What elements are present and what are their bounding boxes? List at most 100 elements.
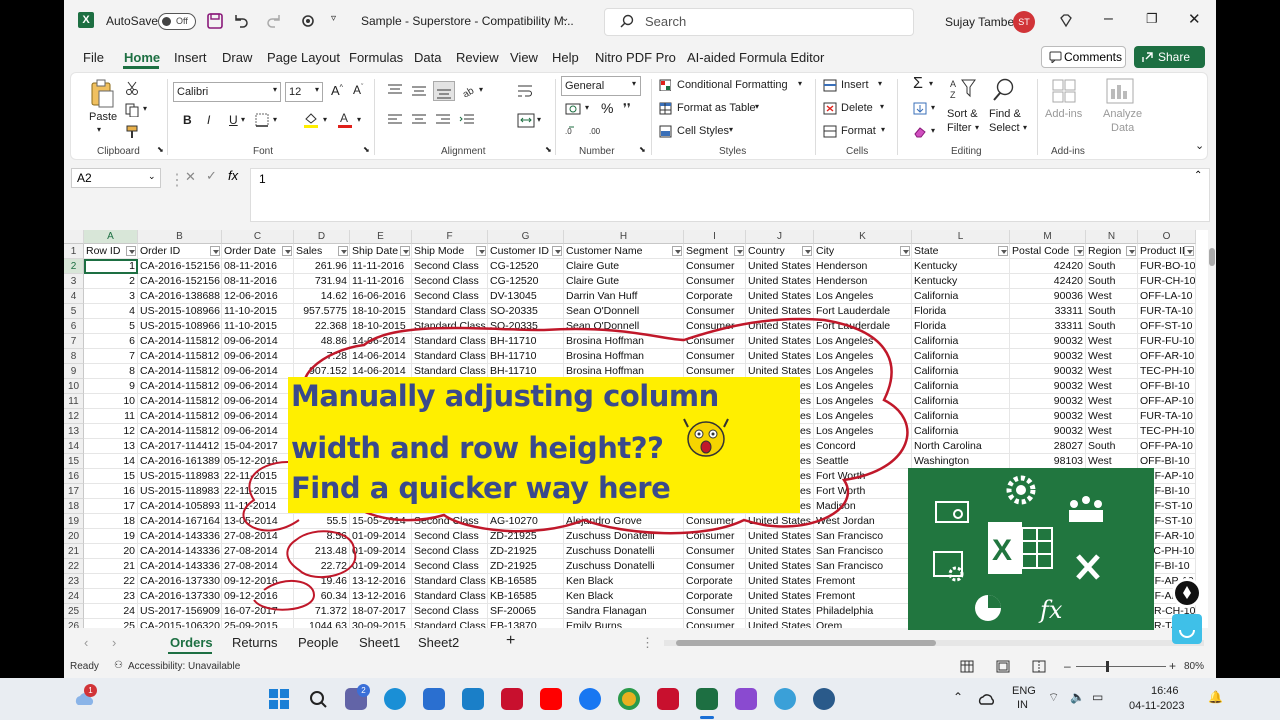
row-header[interactable]: 17: [64, 484, 84, 499]
tab-formulas[interactable]: Formulas: [349, 50, 403, 65]
column-header[interactable]: H: [564, 230, 684, 244]
column-header[interactable]: F: [412, 230, 488, 244]
alignment-launcher-icon[interactable]: ⬊: [545, 145, 552, 154]
table-cell[interactable]: 731.94: [294, 274, 350, 289]
table-cell[interactable]: 01-09-2014: [350, 529, 412, 544]
table-cell[interactable]: CA-2014-115812: [138, 364, 222, 379]
filter-dropdown-icon[interactable]: [802, 246, 812, 256]
table-cell[interactable]: 20: [84, 544, 138, 559]
name-box-chevron-down-icon[interactable]: ⌄: [148, 171, 156, 182]
table-cell[interactable]: 11-10-2015: [222, 304, 294, 319]
title-chevron-down-icon[interactable]: ⌄: [561, 13, 569, 24]
table-cell[interactable]: FUR-FU-10: [1138, 334, 1196, 349]
table-cell[interactable]: CA-2016-137330: [138, 589, 222, 604]
table-cell[interactable]: KB-16585: [488, 574, 564, 589]
column-header[interactable]: N: [1086, 230, 1138, 244]
format-cells-button[interactable]: Format: [841, 125, 876, 137]
table-cell[interactable]: Madison: [814, 499, 912, 514]
table-cell[interactable]: West Jordan: [814, 514, 912, 529]
table-cell[interactable]: South: [1086, 304, 1138, 319]
table-cell[interactable]: CA-2016-161389: [138, 454, 222, 469]
table-cell[interactable]: Los Angeles: [814, 349, 912, 364]
horizontal-scroll-thumb[interactable]: [676, 640, 936, 646]
table-cell[interactable]: 11-11-2016: [350, 259, 412, 274]
table-cell[interactable]: 14.62: [294, 289, 350, 304]
table-cell[interactable]: Standard Class: [412, 304, 488, 319]
windows-start-icon[interactable]: [268, 688, 290, 710]
table-cell[interactable]: ZD-21925: [488, 544, 564, 559]
clear-icon[interactable]: [913, 125, 927, 138]
italic-button[interactable]: I: [207, 113, 210, 127]
table-cell[interactable]: Claire Gute: [564, 259, 684, 274]
cancel-entry-icon[interactable]: ✕: [185, 169, 196, 185]
table-cell[interactable]: Zuschuss Donatelli: [564, 544, 684, 559]
wrap-text-icon[interactable]: [517, 83, 533, 99]
sheet-tab-returns[interactable]: Returns: [232, 635, 278, 650]
table-cell[interactable]: EB-13870: [488, 619, 564, 628]
row-header[interactable]: 13: [64, 424, 84, 439]
table-cell[interactable]: 213.48: [294, 544, 350, 559]
tab-ai-formula-editor[interactable]: AI-aided Formula Editor: [687, 50, 824, 65]
table-cell[interactable]: 10: [84, 394, 138, 409]
header-cell[interactable]: Ship Date: [350, 244, 412, 259]
table-cell[interactable]: 16: [84, 484, 138, 499]
clipboard-launcher-icon[interactable]: ⬊: [157, 145, 164, 154]
table-cell[interactable]: CA-2014-115812: [138, 379, 222, 394]
number-launcher-icon[interactable]: ⬊: [639, 145, 646, 154]
filter-dropdown-icon[interactable]: [552, 246, 562, 256]
paste-chevron-down-icon[interactable]: ▾: [97, 125, 101, 134]
table-cell[interactable]: South: [1086, 259, 1138, 274]
table-cell[interactable]: Henderson: [814, 274, 912, 289]
orientation-chevron-down-icon[interactable]: ▾: [479, 85, 483, 94]
table-cell[interactable]: San Francisco: [814, 544, 912, 559]
formula-more-icon[interactable]: ⋮: [169, 170, 185, 190]
percent-style-button[interactable]: %: [601, 100, 613, 116]
expand-formula-chevron-up-icon[interactable]: ⌃: [1194, 170, 1202, 181]
table-cell[interactable]: United States: [746, 319, 814, 334]
add-ins-label[interactable]: Add-ins: [1045, 108, 1082, 120]
table-cell[interactable]: 90032: [1010, 379, 1086, 394]
browser-globe-icon[interactable]: [813, 688, 835, 710]
table-cell[interactable]: US-2015-108966: [138, 304, 222, 319]
store-icon[interactable]: [423, 688, 445, 710]
edge-icon[interactable]: [384, 688, 406, 710]
filter-dropdown-icon[interactable]: [338, 246, 348, 256]
table-cell[interactable]: United States: [746, 574, 814, 589]
assistant-button[interactable]: [1172, 614, 1202, 644]
onedrive-cloud-icon[interactable]: [978, 692, 996, 706]
table-cell[interactable]: 90036: [1010, 289, 1086, 304]
tab-review[interactable]: Review: [456, 50, 499, 65]
collapse-ribbon-chevron-down-icon[interactable]: ⌄: [1195, 139, 1204, 152]
table-cell[interactable]: West: [1086, 334, 1138, 349]
sort-filter-chevron-down-icon[interactable]: ▾: [975, 123, 979, 132]
table-cell[interactable]: 09-12-2016: [222, 574, 294, 589]
format-chevron-down-icon[interactable]: ▾: [881, 125, 885, 134]
find-select-chevron-down-icon[interactable]: ▾: [1023, 123, 1027, 132]
orientation-icon[interactable]: ab: [461, 83, 479, 97]
filter-dropdown-icon[interactable]: [998, 246, 1008, 256]
table-cell[interactable]: 24: [84, 604, 138, 619]
table-cell[interactable]: Standard Class: [412, 334, 488, 349]
language-region[interactable]: IN: [1017, 699, 1028, 711]
table-cell[interactable]: 13-05-2014: [222, 514, 294, 529]
table-cell[interactable]: CA-2014-143336: [138, 544, 222, 559]
table-cell[interactable]: Los Angeles: [814, 334, 912, 349]
vertical-scrollbar[interactable]: [1208, 244, 1216, 628]
table-cell[interactable]: 90032: [1010, 349, 1086, 364]
align-top-icon[interactable]: [387, 83, 403, 97]
table-cell[interactable]: ZD-21925: [488, 559, 564, 574]
analyze-data-icon[interactable]: [1105, 77, 1135, 105]
table-cell[interactable]: 1044.63: [294, 619, 350, 628]
table-cell[interactable]: 14-06-2014: [350, 334, 412, 349]
row-header[interactable]: 12: [64, 409, 84, 424]
table-cell[interactable]: Florida: [912, 304, 1010, 319]
table-cell[interactable]: SF-20065: [488, 604, 564, 619]
autosum-icon[interactable]: Σ: [913, 75, 923, 93]
table-cell[interactable]: CA-2014-115812: [138, 424, 222, 439]
table-cell[interactable]: 15-04-2017: [222, 439, 294, 454]
header-cell[interactable]: Order Date: [222, 244, 294, 259]
column-header[interactable]: A: [84, 230, 138, 244]
add-sheet-icon[interactable]: +: [506, 632, 515, 650]
insert-cells-button[interactable]: Insert: [841, 79, 869, 91]
table-cell[interactable]: Henderson: [814, 259, 912, 274]
